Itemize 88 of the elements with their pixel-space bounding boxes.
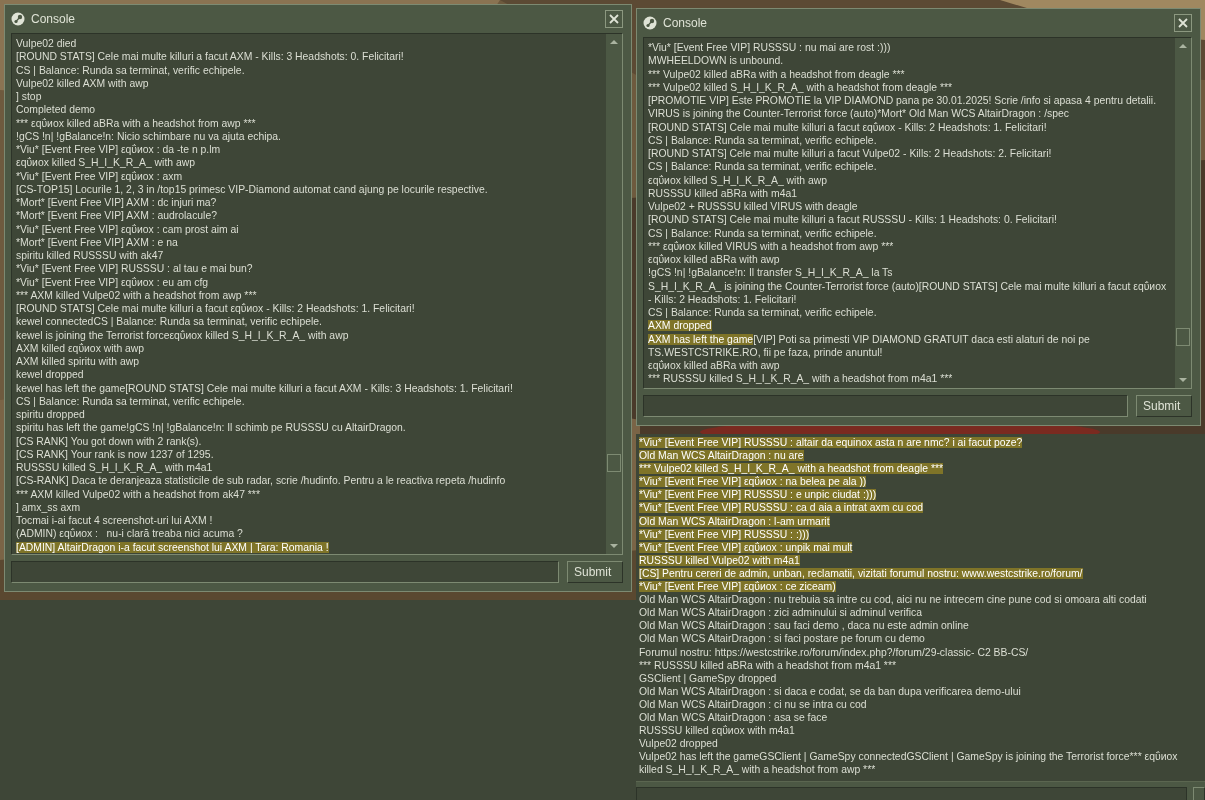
log-line: S_H_I_K_R_A_ is joining the Counter-Terrorist force (auto)[ROUND STATS] Cele mai multe killuri a facut εqΰиox - Kills: 2 Headshots: 1. Felicitari! bbox=[648, 280, 1168, 305]
scrollbar-thumb[interactable] bbox=[607, 454, 621, 472]
close-button[interactable] bbox=[1174, 14, 1192, 32]
log-line: [ROUND STATS] Cele mai multe killuri a facut εqΰиox - Kills: 2 Headshots: 1. Felicitari! bbox=[648, 121, 1047, 133]
log-line: Old Man WCS AltairDragon : asa se face bbox=[639, 711, 828, 723]
log-line: *Mort* [Event Free VIP] AXM : dc injuri ma? bbox=[16, 197, 217, 208]
log-line: *** AXM killed Vulpe02 with a headshot from awp *** bbox=[16, 289, 257, 301]
log-line: Vulpe02 has left the gameGSClient | GameSpy connectedGSClient | GameSpy is joining the Terrorist force*** εqΰиox killed S_H_I_K_R_A_ with a headshot from awp *** bbox=[639, 751, 1179, 776]
log-line: Old Man WCS AltairDragon : sau faci demo , daca nu este admin online bbox=[639, 620, 969, 632]
log-line: *Mort* [Event Free VIP] AXM : audrolacule? bbox=[16, 210, 217, 222]
log-line: *Viu* [Event Free VIP] εqΰиox : cam prost aim ai bbox=[16, 223, 239, 235]
app-icon bbox=[643, 16, 657, 30]
log-line: Old Man WCS AltairDragon : si faci postare pe forum cu demo bbox=[639, 633, 925, 645]
log-line: [ROUND STATS] Cele mai multe killuri a facut Vulpe02 - Kills: 2 Headshots: 2. Felicitari! bbox=[648, 148, 1052, 159]
log-line: [CS-TOP15] Locurile 1, 2, 3 in /top15 primesc VIP-Diamond automat cand ajung pe locurile respective. bbox=[16, 183, 488, 195]
log-line: *Viu* [Event Free VIP] RUSSSU : nu mai are rost :))) bbox=[648, 42, 891, 53]
log-line: *Viu* [Event Free VIP] εqΰиox : axm bbox=[16, 170, 183, 182]
log-line: εqΰиox killed aBRa with awp bbox=[648, 360, 780, 371]
log-line: AXM killed spiritu with awp bbox=[16, 356, 139, 367]
command-field[interactable] bbox=[643, 395, 1128, 417]
window-title: Console bbox=[31, 12, 76, 26]
log-line: [PROMOTIE VIP] Este PROMOTIE la VIP DIAMOND pana pe 30.01.2025! Scrie /info si apasa 4 pentru detalii. bbox=[648, 95, 1157, 106]
scrollbar-thumb[interactable] bbox=[1176, 328, 1190, 346]
log-line: spiritu killed RUSSSU with ak47 bbox=[16, 250, 164, 261]
log-line: *** εqΰиox killed aBRa with a headshot from awp *** bbox=[16, 117, 256, 129]
log-line: Vulpe02 died bbox=[16, 38, 77, 49]
log-line: CS | Balance: Runda sa terminat, verific echipele. bbox=[648, 161, 877, 173]
log-line: *** Vulpe02 killed aBRa with a headshot from deagle *** bbox=[648, 68, 905, 80]
window-title: Console bbox=[663, 16, 708, 30]
log-line: AXM killed εqΰиox with awp bbox=[16, 342, 145, 354]
log-line: εqΰиox killed S_H_I_K_R_A_ with awp bbox=[648, 174, 827, 186]
log-line: (ADMIN) εqΰиox : nu-i clară treaba nici acuma ? bbox=[16, 528, 243, 540]
log-line: ] amx_ss axm bbox=[16, 501, 81, 513]
log-line: CS | Balance: Runda sa terminat, verific echipele. bbox=[648, 227, 877, 239]
log-line: kewel connectedCS | Balance: Runda sa terminat, verific echipele. bbox=[16, 316, 322, 328]
log-line: Old Man WCS AltairDragon : zici adminului si adminul verifica bbox=[639, 607, 922, 619]
log-line: εqΰиox killed aBRa with awp bbox=[648, 254, 780, 265]
log-line: Tocmai i-ai facut 4 screenshot-uri lui AXM ! bbox=[16, 515, 213, 526]
log-line: Vulpe02 + RUSSSU killed VIRUS with deagle bbox=[648, 201, 858, 212]
log-line: Old Man WCS AltairDragon : si daca e codat, se da ban dupa verificarea demo-ului bbox=[639, 685, 1021, 697]
log-line: spiritu dropped bbox=[16, 409, 85, 420]
log-line: GSClient | GameSpy dropped bbox=[639, 672, 777, 684]
log-line: [CS-RANK] Daca te deranjeaza statisticile de sub radar, scrie /hudinfo. Pentru a le reactiva repeta /hudinfo bbox=[16, 475, 506, 487]
log-line: *** RUSSSU killed S_H_I_K_R_A_ with a headshot from m4a1 *** bbox=[648, 373, 953, 385]
app-icon bbox=[11, 12, 25, 26]
log-line: [CS RANK] Your rank is now 1237 of 1295. bbox=[16, 448, 214, 460]
log-line: Forumul nostru: https://westcstrike.ro/forum/index.php?/forum/29-classic- C2 BB-CS/ bbox=[639, 646, 1029, 658]
log-line: kewel dropped bbox=[16, 369, 84, 381]
log-line: !gCS !n| !gBalance!n: Nicio schimbare nu va ajuta echipa. bbox=[16, 130, 281, 142]
log-line: Old Man WCS AltairDragon : ci nu se intra cu cod bbox=[639, 698, 867, 710]
log-line: CS | Balance: Runda sa terminat, verific echipele. bbox=[648, 134, 877, 146]
log-line: [ROUND STATS] Cele mai multe killuri a facut εqΰиox - Kills: 2 Headshots: 1. Felicitari! bbox=[16, 303, 415, 314]
log-line: [ROUND STATS] Cele mai multe killuri a facut AXM - Kills: 3 Headshots: 0. Felicitari! bbox=[16, 51, 404, 63]
close-icon bbox=[1178, 18, 1188, 28]
submit-button[interactable]: Submit bbox=[1136, 395, 1192, 417]
log-line: AXM has left the game[VIP] Poti sa primesti VIP DIAMOND GRATUIT daca esti alaturi de noi pe TS.WESTCSTRIKE.RO, fii pe faza, prinde anuntul! bbox=[648, 332, 1091, 359]
close-icon bbox=[609, 14, 619, 24]
log-line: RUSSSU killed εqΰиox with m4a1 bbox=[639, 725, 795, 737]
log-line: Old Man WCS AltairDragon : nu trebuia sa intre cu cod, aici nu ne intrecem cine pune cod si omoara alti codati bbox=[639, 594, 1147, 606]
log-line: *** Vulpe02 killed S_H_I_K_R_A_ with a headshot from deagle *** bbox=[648, 81, 953, 93]
log-line: *Mort* [Event Free VIP] AXM : e na bbox=[16, 236, 178, 248]
log-line: *** RUSSSU killed aBRa with a headshot from m4a1 *** bbox=[639, 659, 896, 671]
log-line: [CS RANK] You got down with 2 rank(s). bbox=[16, 435, 202, 447]
log-line: RUSSSU killed S_H_I_K_R_A_ with m4a1 bbox=[16, 462, 213, 473]
log-line: VIRUS is joining the Counter-Terrorist force (auto)*Mort* Old Man WCS AltairDragon : /spec bbox=[648, 108, 1069, 120]
log-line: spiritu has left the game!gCS !n| !gBalance!n: Il schimb pe RUSSSU cu AltairDragon. bbox=[16, 422, 406, 434]
log-line: Vulpe02 killed AXM with awp bbox=[16, 77, 149, 89]
log-line: CS | Balance: Runda sa terminat, verific echipele. bbox=[16, 395, 245, 407]
log-line: kewel has left the game[ROUND STATS] Cele mai multe killuri a facut AXM - Kills: 3 Headshots: 1. Felicitari! bbox=[16, 382, 513, 394]
log-line: Vulpe02 dropped bbox=[639, 738, 718, 750]
log-line: RUSSSU killed aBRa with m4a1 bbox=[648, 187, 797, 199]
log-line: *Viu* [Event Free VIP] εqΰиox : eu am cfg bbox=[16, 276, 209, 288]
log-line: [ROUND STATS] Cele mai multe killuri a facut RUSSSU - Kills: 1 Headshots: 0. Felicitari! bbox=[648, 214, 1057, 226]
submit-button[interactable]: Submit bbox=[567, 561, 623, 583]
log-line: CS | Balance: Runda sa terminat, verific echipele. bbox=[648, 307, 877, 318]
log-line: kewel is joining the Terrorist forceεqΰиox killed S_H_I_K_R_A_ with awp bbox=[16, 329, 349, 341]
log-line: *** εqΰиox killed VIRUS with a headshot from awp *** bbox=[648, 240, 894, 252]
log-line: !gCS !n| !gBalance!n: Il transfer S_H_I_K_R_A_ la Ts bbox=[648, 267, 893, 279]
close-button[interactable] bbox=[605, 10, 623, 28]
log-line: *Viu* [Event Free VIP] εqΰиox : da -te n p.lm bbox=[16, 144, 221, 155]
log-line: *** AXM killed Vulpe02 with a headshot from ak47 *** bbox=[16, 488, 260, 500]
log-line: ] stop bbox=[16, 91, 42, 102]
log-line: Completed demo bbox=[16, 104, 96, 116]
log-line: εqΰиox killed S_H_I_K_R_A_ with awp bbox=[16, 157, 195, 169]
command-field[interactable] bbox=[11, 561, 559, 583]
log-line: CS | Balance: Runda sa terminat, verific echipele. bbox=[16, 64, 245, 76]
log-line: MWHEELDOWN is unbound. bbox=[648, 55, 784, 67]
log-line: *Viu* [Event Free VIP] RUSSSU : al tau e mai bun? bbox=[16, 263, 253, 275]
